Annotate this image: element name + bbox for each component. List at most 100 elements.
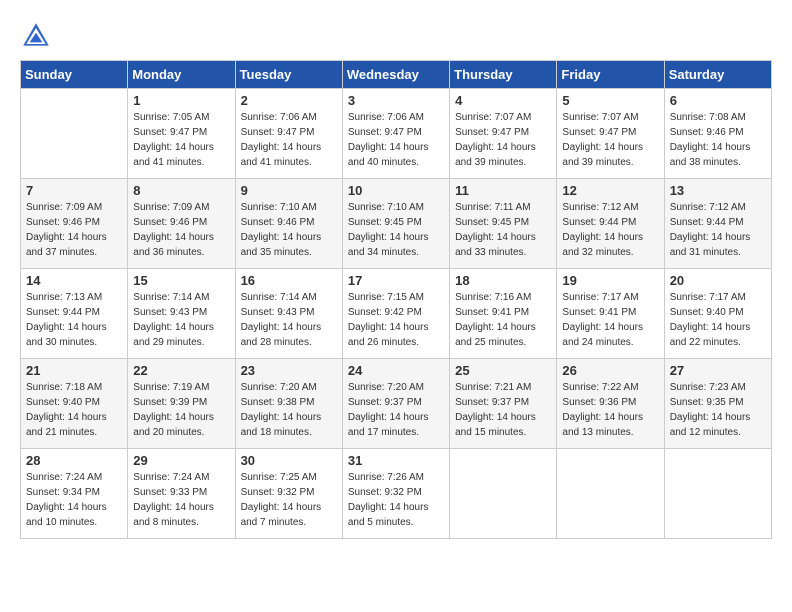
day-info: Sunrise: 7:07 AMSunset: 9:47 PMDaylight:… bbox=[455, 110, 551, 170]
column-header-tuesday: Tuesday bbox=[235, 61, 342, 89]
day-number: 2 bbox=[241, 93, 337, 108]
day-number: 10 bbox=[348, 183, 444, 198]
day-info: Sunrise: 7:06 AMSunset: 9:47 PMDaylight:… bbox=[241, 110, 337, 170]
calendar-cell: 19 Sunrise: 7:17 AMSunset: 9:41 PMDayligh… bbox=[557, 269, 664, 359]
calendar-cell: 7 Sunrise: 7:09 AMSunset: 9:46 PMDaylight… bbox=[21, 179, 128, 269]
calendar-cell: 27 Sunrise: 7:23 AMSunset: 9:35 PMDayligh… bbox=[664, 359, 771, 449]
day-info: Sunrise: 7:18 AMSunset: 9:40 PMDaylight:… bbox=[26, 380, 122, 440]
day-info: Sunrise: 7:24 AMSunset: 9:34 PMDaylight:… bbox=[26, 470, 122, 530]
calendar-cell: 1 Sunrise: 7:05 AMSunset: 9:47 PMDaylight… bbox=[128, 89, 235, 179]
day-info: Sunrise: 7:12 AMSunset: 9:44 PMDaylight:… bbox=[670, 200, 766, 260]
day-info: Sunrise: 7:24 AMSunset: 9:33 PMDaylight:… bbox=[133, 470, 229, 530]
calendar-cell bbox=[664, 449, 771, 539]
day-number: 21 bbox=[26, 363, 122, 378]
day-number: 5 bbox=[562, 93, 658, 108]
calendar-cell bbox=[450, 449, 557, 539]
day-info: Sunrise: 7:20 AMSunset: 9:37 PMDaylight:… bbox=[348, 380, 444, 440]
calendar-week-1: 1 Sunrise: 7:05 AMSunset: 9:47 PMDaylight… bbox=[21, 89, 772, 179]
day-info: Sunrise: 7:13 AMSunset: 9:44 PMDaylight:… bbox=[26, 290, 122, 350]
day-number: 28 bbox=[26, 453, 122, 468]
day-number: 27 bbox=[670, 363, 766, 378]
calendar-cell: 6Sunrise: 7:08 AMSunset: 9:46 PMDaylight… bbox=[664, 89, 771, 179]
calendar-cell: 15 Sunrise: 7:14 AMSunset: 9:43 PMDayligh… bbox=[128, 269, 235, 359]
day-number: 7 bbox=[26, 183, 122, 198]
calendar-cell: 31 Sunrise: 7:26 AMSunset: 9:32 PMDayligh… bbox=[342, 449, 449, 539]
day-number: 17 bbox=[348, 273, 444, 288]
day-info: Sunrise: 7:07 AMSunset: 9:47 PMDaylight:… bbox=[562, 110, 658, 170]
calendar-week-5: 28 Sunrise: 7:24 AMSunset: 9:34 PMDayligh… bbox=[21, 449, 772, 539]
day-number: 16 bbox=[241, 273, 337, 288]
day-info: Sunrise: 7:22 AMSunset: 9:36 PMDaylight:… bbox=[562, 380, 658, 440]
day-info: Sunrise: 7:23 AMSunset: 9:35 PMDaylight:… bbox=[670, 380, 766, 440]
column-header-monday: Monday bbox=[128, 61, 235, 89]
day-info: Sunrise: 7:25 AMSunset: 9:32 PMDaylight:… bbox=[241, 470, 337, 530]
day-number: 12 bbox=[562, 183, 658, 198]
day-info: Sunrise: 7:05 AMSunset: 9:47 PMDaylight:… bbox=[133, 110, 229, 170]
day-number: 4 bbox=[455, 93, 551, 108]
column-header-friday: Friday bbox=[557, 61, 664, 89]
day-info: Sunrise: 7:26 AMSunset: 9:32 PMDaylight:… bbox=[348, 470, 444, 530]
day-info: Sunrise: 7:14 AMSunset: 9:43 PMDaylight:… bbox=[133, 290, 229, 350]
day-number: 26 bbox=[562, 363, 658, 378]
calendar-cell: 8 Sunrise: 7:09 AMSunset: 9:46 PMDaylight… bbox=[128, 179, 235, 269]
day-info: Sunrise: 7:06 AMSunset: 9:47 PMDaylight:… bbox=[348, 110, 444, 170]
day-info: Sunrise: 7:10 AMSunset: 9:46 PMDaylight:… bbox=[241, 200, 337, 260]
day-number: 19 bbox=[562, 273, 658, 288]
column-header-sunday: Sunday bbox=[21, 61, 128, 89]
day-number: 30 bbox=[241, 453, 337, 468]
day-info: Sunrise: 7:17 AMSunset: 9:41 PMDaylight:… bbox=[562, 290, 658, 350]
logo-icon bbox=[20, 20, 52, 52]
day-number: 18 bbox=[455, 273, 551, 288]
calendar-cell: 28 Sunrise: 7:24 AMSunset: 9:34 PMDayligh… bbox=[21, 449, 128, 539]
calendar-cell: 23 Sunrise: 7:20 AMSunset: 9:38 PMDayligh… bbox=[235, 359, 342, 449]
day-info: Sunrise: 7:12 AMSunset: 9:44 PMDaylight:… bbox=[562, 200, 658, 260]
day-info: Sunrise: 7:09 AMSunset: 9:46 PMDaylight:… bbox=[133, 200, 229, 260]
day-number: 9 bbox=[241, 183, 337, 198]
calendar-week-3: 14Sunrise: 7:13 AMSunset: 9:44 PMDayligh… bbox=[21, 269, 772, 359]
day-info: Sunrise: 7:19 AMSunset: 9:39 PMDaylight:… bbox=[133, 380, 229, 440]
day-number: 29 bbox=[133, 453, 229, 468]
day-number: 8 bbox=[133, 183, 229, 198]
calendar-cell: 11 Sunrise: 7:11 AMSunset: 9:45 PMDayligh… bbox=[450, 179, 557, 269]
calendar-cell bbox=[21, 89, 128, 179]
calendar-cell: 14Sunrise: 7:13 AMSunset: 9:44 PMDayligh… bbox=[21, 269, 128, 359]
calendar-cell: 29 Sunrise: 7:24 AMSunset: 9:33 PMDayligh… bbox=[128, 449, 235, 539]
day-number: 15 bbox=[133, 273, 229, 288]
calendar-cell: 2 Sunrise: 7:06 AMSunset: 9:47 PMDaylight… bbox=[235, 89, 342, 179]
calendar-cell: 10 Sunrise: 7:10 AMSunset: 9:45 PMDayligh… bbox=[342, 179, 449, 269]
calendar-cell: 24 Sunrise: 7:20 AMSunset: 9:37 PMDayligh… bbox=[342, 359, 449, 449]
day-number: 31 bbox=[348, 453, 444, 468]
calendar-cell: 18 Sunrise: 7:16 AMSunset: 9:41 PMDayligh… bbox=[450, 269, 557, 359]
calendar-cell: 17 Sunrise: 7:15 AMSunset: 9:42 PMDayligh… bbox=[342, 269, 449, 359]
calendar-table: SundayMondayTuesdayWednesdayThursdayFrid… bbox=[20, 60, 772, 539]
column-header-saturday: Saturday bbox=[664, 61, 771, 89]
calendar-cell: 13 Sunrise: 7:12 AMSunset: 9:44 PMDayligh… bbox=[664, 179, 771, 269]
day-info: Sunrise: 7:15 AMSunset: 9:42 PMDaylight:… bbox=[348, 290, 444, 350]
day-number: 22 bbox=[133, 363, 229, 378]
logo bbox=[20, 20, 56, 52]
day-number: 1 bbox=[133, 93, 229, 108]
calendar-cell: 21 Sunrise: 7:18 AMSunset: 9:40 PMDayligh… bbox=[21, 359, 128, 449]
day-number: 23 bbox=[241, 363, 337, 378]
calendar-cell: 5 Sunrise: 7:07 AMSunset: 9:47 PMDaylight… bbox=[557, 89, 664, 179]
day-info: Sunrise: 7:21 AMSunset: 9:37 PMDaylight:… bbox=[455, 380, 551, 440]
calendar-cell: 3 Sunrise: 7:06 AMSunset: 9:47 PMDaylight… bbox=[342, 89, 449, 179]
day-number: 24 bbox=[348, 363, 444, 378]
day-info: Sunrise: 7:09 AMSunset: 9:46 PMDaylight:… bbox=[26, 200, 122, 260]
column-header-wednesday: Wednesday bbox=[342, 61, 449, 89]
calendar-cell: 4 Sunrise: 7:07 AMSunset: 9:47 PMDaylight… bbox=[450, 89, 557, 179]
calendar-cell bbox=[557, 449, 664, 539]
day-number: 3 bbox=[348, 93, 444, 108]
day-info: Sunrise: 7:20 AMSunset: 9:38 PMDaylight:… bbox=[241, 380, 337, 440]
day-info: Sunrise: 7:16 AMSunset: 9:41 PMDaylight:… bbox=[455, 290, 551, 350]
calendar-week-4: 21 Sunrise: 7:18 AMSunset: 9:40 PMDayligh… bbox=[21, 359, 772, 449]
day-info: Sunrise: 7:14 AMSunset: 9:43 PMDaylight:… bbox=[241, 290, 337, 350]
calendar-cell: 26 Sunrise: 7:22 AMSunset: 9:36 PMDayligh… bbox=[557, 359, 664, 449]
day-number: 13 bbox=[670, 183, 766, 198]
day-info: Sunrise: 7:17 AMSunset: 9:40 PMDaylight:… bbox=[670, 290, 766, 350]
day-number: 25 bbox=[455, 363, 551, 378]
day-info: Sunrise: 7:08 AMSunset: 9:46 PMDaylight:… bbox=[670, 110, 766, 170]
day-info: Sunrise: 7:11 AMSunset: 9:45 PMDaylight:… bbox=[455, 200, 551, 260]
day-info: Sunrise: 7:10 AMSunset: 9:45 PMDaylight:… bbox=[348, 200, 444, 260]
day-number: 11 bbox=[455, 183, 551, 198]
